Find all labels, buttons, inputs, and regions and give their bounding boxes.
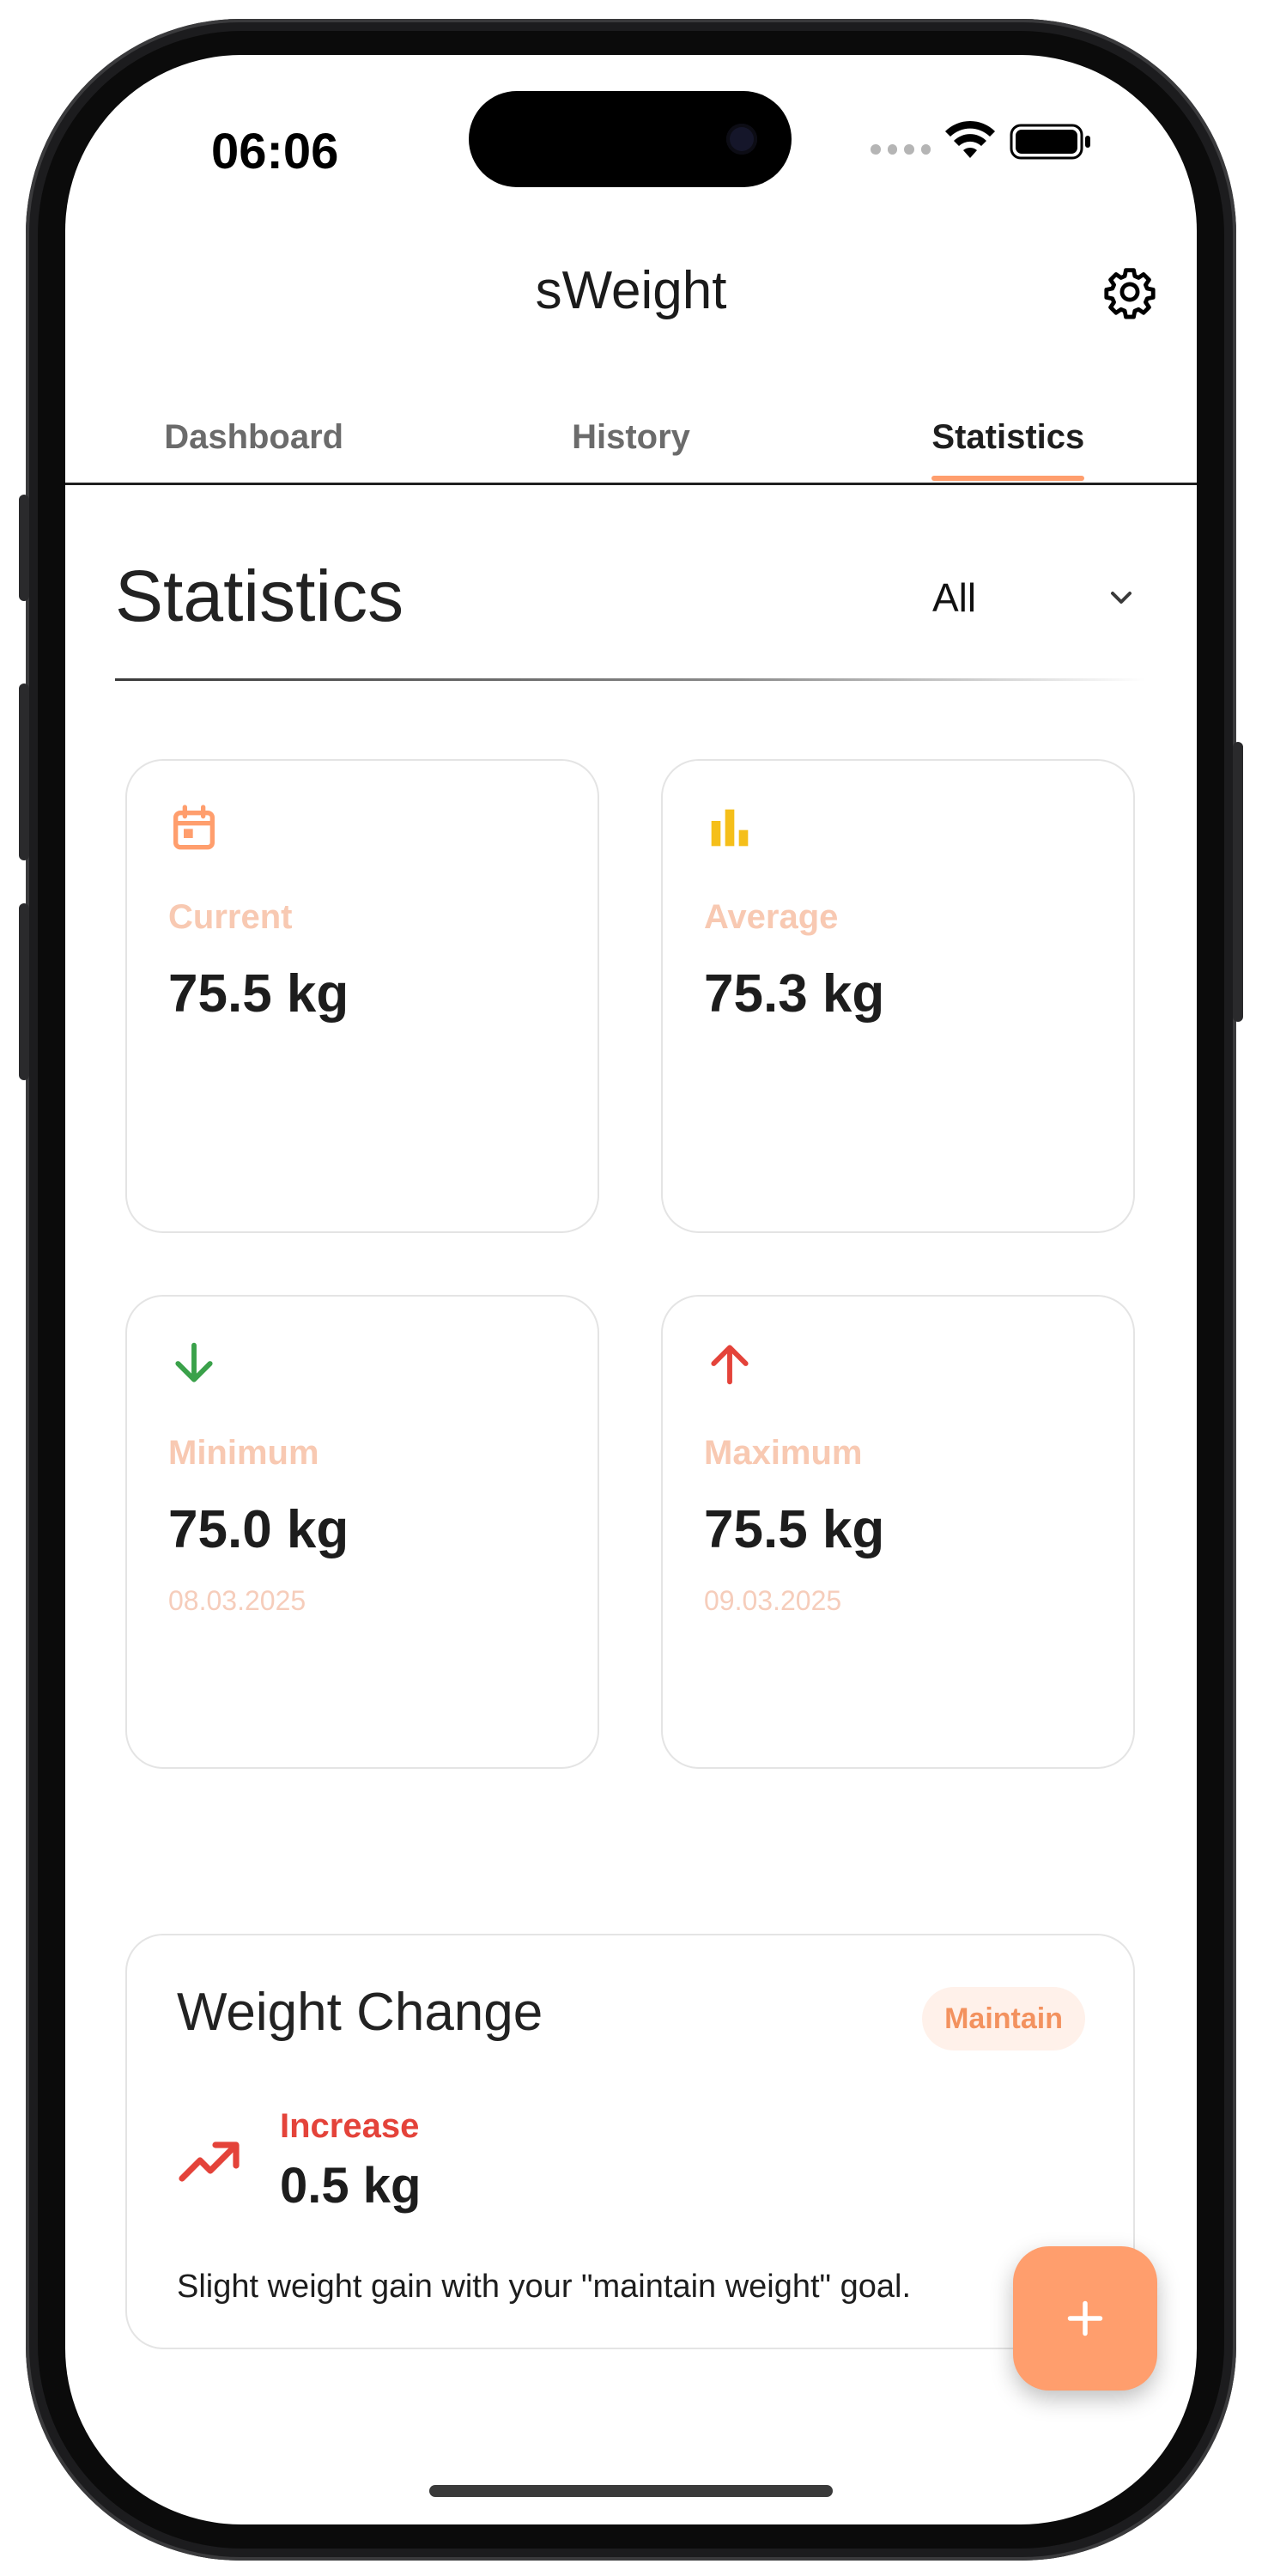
settings-button[interactable] [1095,258,1164,326]
battery-icon [1010,124,1090,160]
plus-icon [1067,2300,1103,2336]
stat-card-maximum: Maximum 75.5 kg 09.03.2025 [661,1295,1135,1769]
change-amount: 0.5 kg [280,2158,422,2214]
tab-dashboard[interactable]: Dashboard [65,398,442,489]
wifi-icon [945,120,995,158]
arrow-down-icon [175,1342,213,1382]
home-indicator[interactable] [429,2485,833,2497]
section-divider [115,678,1145,681]
dynamic-island [469,91,792,187]
stat-value: 75.3 kg [704,964,885,1024]
stat-value: 75.0 kg [168,1500,349,1559]
change-description: Slight weight gain with your "maintain w… [177,2269,911,2305]
weight-change-title: Weight Change [177,1983,543,2042]
period-dropdown[interactable]: All [932,562,1138,634]
app-title: sWeight [535,261,727,320]
gear-icon [1104,268,1156,319]
stat-card-average: Average 75.3 kg [661,759,1135,1233]
period-dropdown-value: All [932,575,977,620]
trending-up-icon [179,2142,240,2182]
stat-label: Average [704,898,839,936]
tab-divider [65,483,1197,485]
stat-value: 75.5 kg [168,964,349,1024]
status-time: 06:06 [211,123,339,179]
device-volume-up [19,683,29,860]
stat-card-current: Current 75.5 kg [125,759,599,1233]
stat-label: Current [168,898,293,936]
device-power-button [1233,742,1243,1022]
add-entry-button[interactable] [1013,2246,1157,2391]
chevron-down-icon [1111,592,1132,604]
stat-card-minimum: Minimum 75.0 kg 08.03.2025 [125,1295,599,1769]
device-silent-switch [19,495,29,601]
arrow-up-icon [711,1345,749,1385]
stat-date: 08.03.2025 [168,1585,306,1616]
weight-change-card: Weight Change Maintain Increase 0.5 kg S… [125,1934,1135,2349]
stat-label: Minimum [168,1434,319,1472]
stat-date: 09.03.2025 [704,1585,842,1616]
app-screen: 06:06 sWeight Dashboard History Statisti… [65,55,1197,2524]
page-title: Statistics [115,556,404,636]
tab-statistics[interactable]: Statistics [820,398,1197,489]
stat-value: 75.5 kg [704,1500,885,1559]
device-volume-down [19,903,29,1080]
calendar-icon [173,805,215,850]
cellular-signal-icon [871,144,931,158]
tab-history[interactable]: History [442,398,819,489]
bar-chart-icon [711,809,749,847]
camera-icon [726,124,757,155]
tab-bar: Dashboard History Statistics [65,398,1197,489]
stat-label: Maximum [704,1434,863,1472]
change-direction: Increase [280,2107,420,2145]
goal-badge: Maintain [922,1987,1085,2050]
